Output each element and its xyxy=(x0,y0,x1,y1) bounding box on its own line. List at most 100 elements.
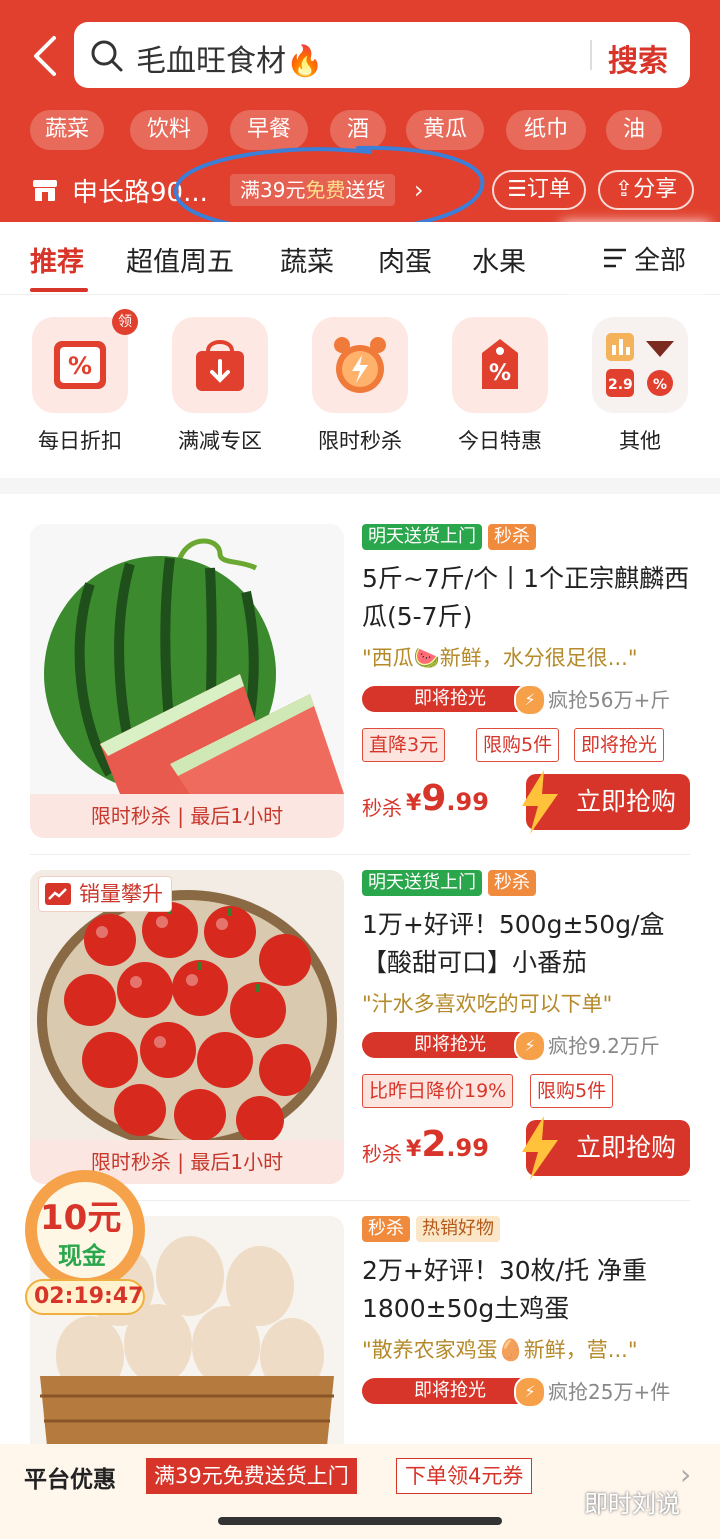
mini-price-label: 2.9 xyxy=(608,377,633,393)
coupon-offer: 下单领4元券 xyxy=(396,1458,533,1494)
rush-bar: 即将抢光 ⚡ 疯抢25万+件 xyxy=(362,1376,692,1408)
lightning-icon: ⚡ xyxy=(514,1030,546,1062)
product-image-watermelon[interactable]: 限时秒杀 | 最后1小时 xyxy=(30,524,344,838)
limit-tag: 限购5件 xyxy=(530,1074,614,1108)
buy-now-button[interactable]: 立即抢购 xyxy=(522,1116,690,1180)
buy-label: 立即抢购 xyxy=(575,787,676,816)
search-button[interactable]: 搜索 xyxy=(608,36,668,80)
price-integer: 2 xyxy=(421,1124,447,1165)
shopping-bag-icon xyxy=(172,317,268,413)
product-card[interactable]: 限时秒杀 | 最后1小时 明天送货上门 秒杀 5斤~7斤/个丨1个正宗麒麟西瓜(5… xyxy=(0,494,720,839)
category-label: 今日特惠 xyxy=(458,429,542,453)
category-daily-discount[interactable]: % 领 每日折扣 xyxy=(30,309,138,455)
hot-item-tag: 热销好物 xyxy=(416,1216,500,1242)
buy-row: 秒杀 ¥2.99 立即抢购 xyxy=(362,1116,692,1180)
product-title[interactable]: 2万+好评！30枚/托 净重1800±50g土鸡蛋 xyxy=(362,1252,692,1328)
tab-vegetables[interactable]: 蔬菜 xyxy=(280,240,334,279)
selling-out-tag: 即将抢光 xyxy=(574,728,665,762)
category-label: 限时秒杀 xyxy=(318,429,402,453)
flash-price-label: 秒杀 xyxy=(362,796,402,820)
top-header: 毛血旺食材🔥 搜索 蔬菜 饮料 早餐 酒 黄瓜 纸巾 油 申长路90... 满3… xyxy=(0,0,720,235)
home-indicator[interactable] xyxy=(218,1517,502,1525)
price-tags: 直降3元 限购5件 即将抢光 xyxy=(362,728,692,762)
tab-fruit[interactable]: 水果 xyxy=(472,240,526,279)
lightning-icon xyxy=(522,1116,558,1180)
category-label: 每日折扣 xyxy=(38,429,122,453)
buy-now-button[interactable]: 立即抢购 xyxy=(522,770,690,834)
all-categories-button[interactable]: 全部 xyxy=(572,222,720,294)
svg-text:%: % xyxy=(489,361,511,386)
search-input[interactable]: 毛血旺食材🔥 xyxy=(136,36,323,80)
flash-tag: 秒杀 xyxy=(488,870,536,896)
store-icon xyxy=(33,180,57,201)
price-decimal: .99 xyxy=(446,1134,489,1162)
product-title[interactable]: 5斤~7斤/个丨1个正宗麒麟西瓜(5-7斤) xyxy=(362,560,692,636)
chevron-right-icon[interactable]: › xyxy=(680,1458,691,1491)
product-tags: 明天送货上门 秒杀 xyxy=(362,524,692,550)
product-info: 明天送货上门 秒杀 5斤~7斤/个丨1个正宗麒麟西瓜(5-7斤) "西瓜🍉新鲜，水… xyxy=(362,524,692,834)
price-drop-tag: 比昨日降价19% xyxy=(362,1074,514,1108)
search-bar[interactable]: 毛血旺食材🔥 搜索 xyxy=(74,22,690,88)
orders-button[interactable]: ☰订单 xyxy=(492,170,586,210)
search-divider xyxy=(590,40,592,70)
watermelon-illustration xyxy=(30,524,344,794)
quick-chip[interactable]: 纸巾 xyxy=(506,110,586,150)
price-drop-tag: 直降3元 xyxy=(362,728,446,762)
sales-rising-label: 销量攀升 xyxy=(79,882,163,906)
limit-tag: 限购5件 xyxy=(476,728,560,762)
category-other[interactable]: % 2.9 其他 xyxy=(590,317,690,455)
percent-tag-icon: % 领 xyxy=(32,309,138,413)
category-label: 满减专区 xyxy=(178,429,262,453)
active-tab-indicator xyxy=(30,288,88,292)
flash-tag: 秒杀 xyxy=(488,524,536,550)
sold-count: 疯抢25万+件 xyxy=(548,1380,671,1404)
sales-rising-badge: 销量攀升 xyxy=(38,876,172,912)
category-label: 其他 xyxy=(619,429,661,453)
image-caption: 限时秒杀 | 最后1小时 xyxy=(30,794,344,838)
price-tags: 比昨日降价19% 限购5件 xyxy=(362,1074,692,1108)
coupon-timer: 02:19:47 xyxy=(34,1284,144,1309)
category-today-special[interactable]: % 今日特惠 xyxy=(450,317,550,455)
back-arrow-icon[interactable] xyxy=(26,34,66,78)
sold-count: 疯抢9.2万斤 xyxy=(548,1034,660,1058)
review-quote: "西瓜🍉新鲜，水分很足很..." xyxy=(362,646,638,670)
lightning-icon xyxy=(522,770,558,834)
buy-row: 秒杀 ¥9.99 立即抢购 xyxy=(362,770,692,834)
review-quote: "汁水多喜欢吃的可以下单" xyxy=(362,992,613,1016)
currency: ¥ xyxy=(406,1137,422,1162)
delivery-tag: 明天送货上门 xyxy=(362,870,482,896)
price-tag-icon: % xyxy=(452,317,548,413)
flash-price-label: 秒杀 xyxy=(362,1142,402,1166)
flash-tag: 秒杀 xyxy=(362,1216,410,1242)
category-flash-sale[interactable]: 限时秒杀 xyxy=(310,317,410,455)
quick-chip[interactable]: 蔬菜 xyxy=(30,110,104,150)
tab-meat-eggs[interactable]: 肉蛋 xyxy=(378,240,432,279)
rush-bar: 即将抢光 ⚡ 疯抢56万+斤 xyxy=(362,684,692,716)
grid-icon: % 2.9 xyxy=(592,317,688,413)
free-delivery-offer: 满39元免费送货上门 xyxy=(146,1458,357,1494)
product-title[interactable]: 1万+好评！500g±50g/盒【酸甜可口】小番茄 xyxy=(362,906,692,982)
tab-recommend[interactable]: 推荐 xyxy=(30,240,84,279)
currency: ¥ xyxy=(406,791,422,816)
product-tags: 秒杀 热销好物 xyxy=(362,1216,692,1242)
search-icon xyxy=(91,40,123,72)
list-icon: ☰ xyxy=(507,177,527,202)
review-quote: "散养农家鸡蛋🥚新鲜，营..." xyxy=(362,1338,638,1362)
rush-label: 即将抢光 xyxy=(362,1378,538,1404)
product-image-tomatoes[interactable]: 限时秒杀 | 最后1小时 xyxy=(30,870,344,1184)
coupon-label: 现金 xyxy=(58,1242,106,1270)
category-spend-save[interactable]: 满减专区 xyxy=(170,317,270,455)
cash-coupon-float[interactable]: 10元 现金 02:19:47 xyxy=(20,1168,150,1320)
product-tags: 明天送货上门 秒杀 xyxy=(362,870,692,896)
svg-text:%: % xyxy=(653,377,667,393)
share-icon: ⇪ xyxy=(614,177,634,202)
tab-friday-deals[interactable]: 超值周五 xyxy=(126,240,234,279)
category-tabs: 推荐 超值周五 蔬菜 肉蛋 水果 全部 xyxy=(0,222,720,295)
buy-label: 立即抢购 xyxy=(575,1133,676,1162)
claim-badge: 领 xyxy=(112,309,138,335)
quick-chip[interactable]: 油 xyxy=(606,110,662,150)
share-button[interactable]: ⇪分享 xyxy=(598,170,694,210)
price-integer: 9 xyxy=(421,778,447,819)
category-shortcuts: % 领 每日折扣 满减专区 限时秒杀 % 今日特惠 % 2.9 其他 xyxy=(0,295,720,478)
sold-count: 疯抢56万+斤 xyxy=(548,688,671,712)
